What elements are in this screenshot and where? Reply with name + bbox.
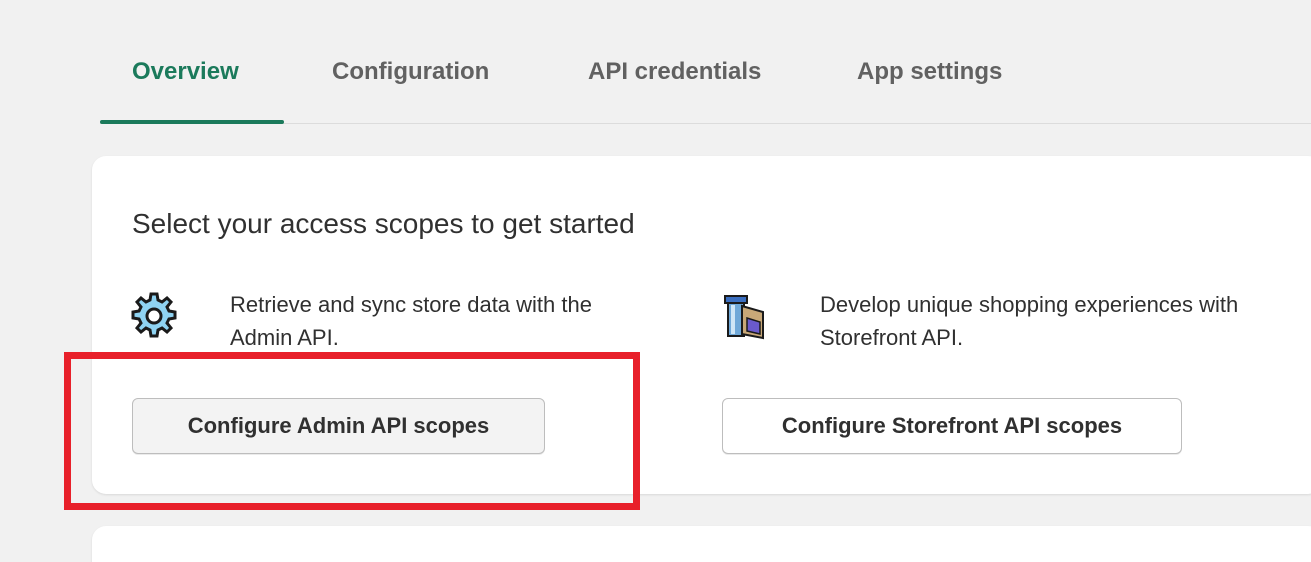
gear-icon bbox=[130, 292, 178, 340]
secondary-card bbox=[92, 526, 1311, 562]
active-tab-indicator bbox=[100, 120, 284, 124]
configure-admin-api-scopes-button[interactable]: Configure Admin API scopes bbox=[132, 398, 545, 454]
storefront-api-description: Develop unique shopping experiences with… bbox=[820, 292, 1239, 350]
storefront-icon bbox=[720, 292, 768, 340]
admin-api-description: Retrieve and sync store data with the Ad… bbox=[230, 292, 592, 350]
tab-bar: Overview Configuration API credentials A… bbox=[100, 0, 1311, 124]
access-scopes-card: Select your access scopes to get started… bbox=[92, 156, 1311, 494]
tab-configuration[interactable]: Configuration bbox=[332, 58, 489, 86]
tab-api-credentials[interactable]: API credentials bbox=[588, 58, 761, 86]
tab-overview[interactable]: Overview bbox=[132, 58, 239, 86]
tab-app-settings[interactable]: App settings bbox=[857, 58, 1002, 86]
configure-storefront-api-scopes-button[interactable]: Configure Storefront API scopes bbox=[722, 398, 1182, 454]
card-title: Select your access scopes to get started bbox=[132, 208, 635, 239]
